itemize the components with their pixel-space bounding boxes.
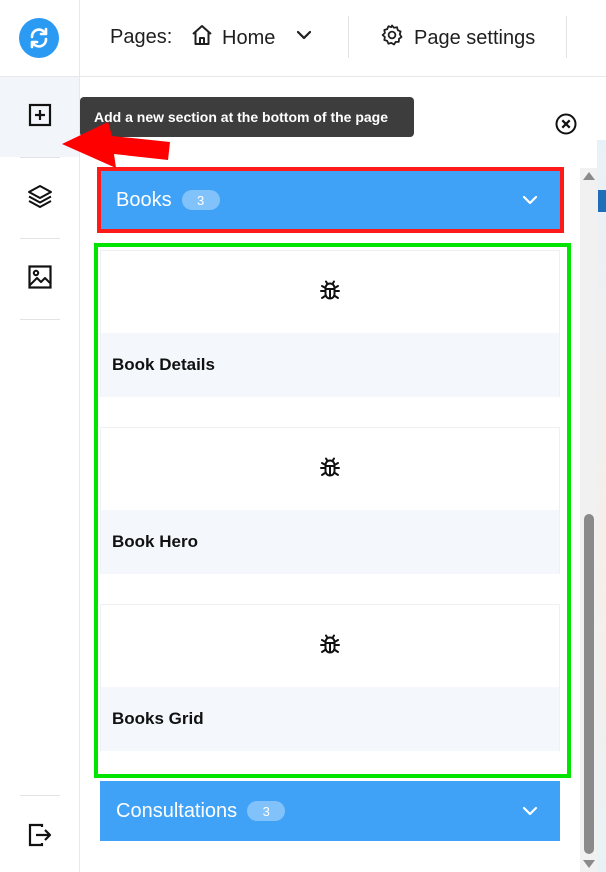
card-label: Books Grid (101, 687, 559, 751)
page-settings-button[interactable]: Page settings (380, 22, 535, 54)
app-logo-icon[interactable] (19, 18, 59, 58)
card-icon-area (101, 251, 559, 333)
chevron-down-icon (295, 26, 313, 50)
home-icon (190, 23, 214, 53)
exit-button[interactable] (0, 797, 79, 872)
bug-icon (318, 455, 342, 484)
topbar-separator (566, 16, 567, 58)
topbar-separator (348, 16, 349, 58)
count-badge: 3 (247, 801, 286, 821)
page-settings-label: Page settings (414, 26, 536, 49)
bug-icon (318, 632, 342, 661)
card-label: Book Details (101, 333, 559, 397)
page-selector-dropdown[interactable]: Home (190, 22, 313, 54)
section-header-consultations[interactable]: Consultations 3 (100, 781, 560, 841)
scroll-down-arrow-icon[interactable] (583, 860, 595, 868)
scroll-up-arrow-icon[interactable] (583, 172, 595, 180)
image-icon (27, 264, 53, 295)
card-icon-area (101, 605, 559, 687)
rail-divider (20, 319, 60, 320)
page-preview-edge-accent (598, 190, 606, 212)
media-button[interactable] (0, 239, 79, 319)
section-card-book-hero[interactable]: Book Hero (100, 427, 560, 574)
count-badge: 3 (181, 190, 220, 210)
rail-divider (20, 795, 60, 796)
topbar-divider (79, 0, 80, 77)
layers-icon (27, 183, 53, 214)
section-header-books[interactable]: Books 3 (100, 170, 560, 230)
page-preview-edge (597, 140, 606, 872)
top-bar: Pages: Home Page settings (0, 0, 606, 77)
annotation-arrow (62, 122, 170, 168)
close-circle-icon (554, 113, 578, 140)
chevron-down-icon (520, 190, 540, 216)
bug-icon (318, 278, 342, 307)
left-rail (0, 77, 80, 872)
card-icon-area (101, 428, 559, 510)
chevron-down-icon (520, 801, 540, 827)
current-page-label: Home (222, 26, 276, 49)
plus-square-icon (27, 102, 53, 133)
close-panel-button[interactable] (554, 112, 578, 136)
section-title: Consultations (116, 799, 238, 822)
scrollbar-thumb[interactable] (584, 514, 594, 854)
pages-label: Pages: (110, 26, 173, 48)
section-card-book-details[interactable]: Book Details (100, 250, 560, 397)
section-card-books-grid[interactable]: Books Grid (100, 604, 560, 751)
layers-button[interactable] (0, 158, 79, 238)
section-title: Books (116, 188, 172, 211)
exit-icon (27, 822, 53, 853)
card-label: Book Hero (101, 510, 559, 574)
gear-icon (380, 23, 404, 53)
